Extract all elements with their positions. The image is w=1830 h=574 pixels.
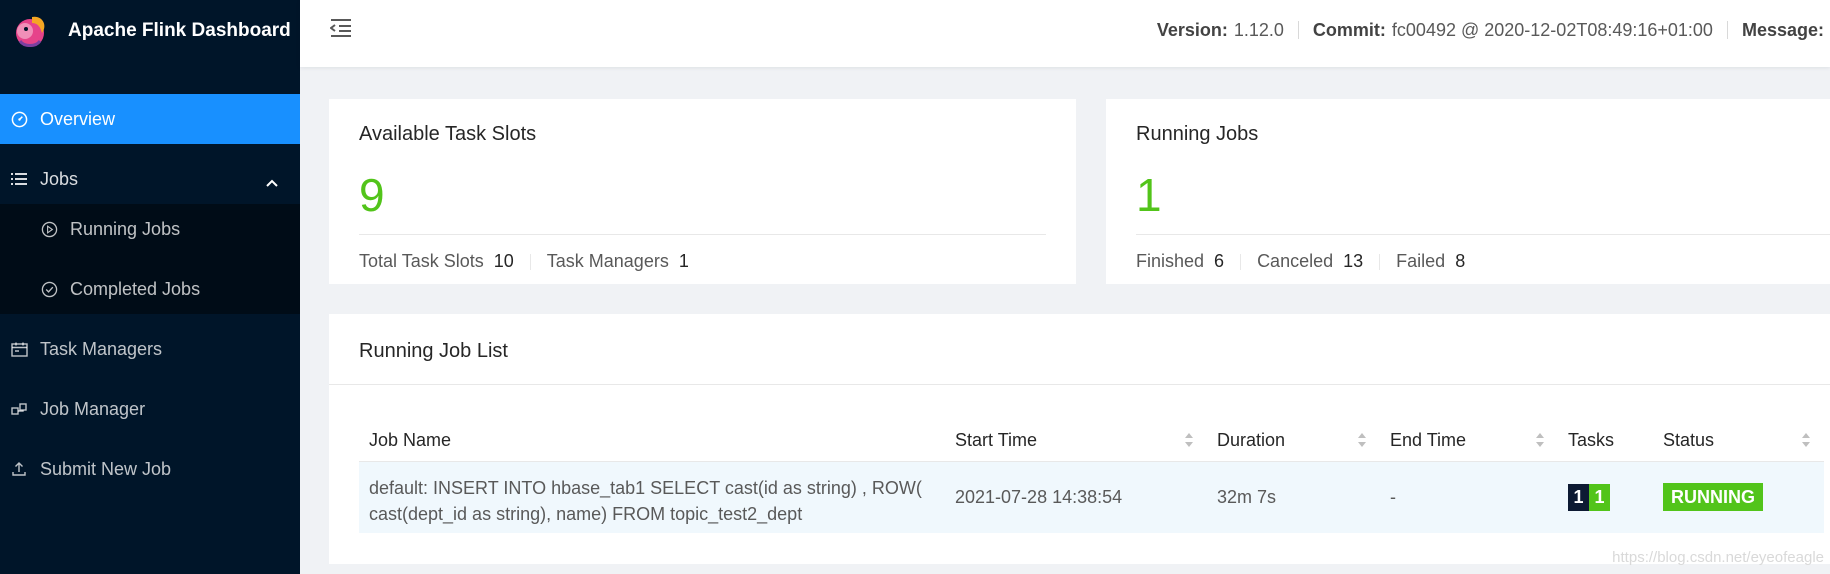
divider — [1379, 253, 1381, 270]
sidebar-item-task-managers[interactable]: Task Managers — [0, 324, 300, 374]
sidebar: Apache Flink Dashboard Overview Jobs Run… — [0, 0, 300, 574]
sidebar-item-completed-jobs[interactable]: Completed Jobs — [0, 264, 300, 314]
failed-value: 8 — [1455, 251, 1466, 271]
table-row[interactable]: default: INSERT INTO hbase_tab1 SELECT c… — [359, 461, 1824, 533]
available-slots-value: 9 — [359, 169, 385, 221]
job-name-line: cast(dept_id as string), name) FROM topi… — [369, 504, 803, 524]
column-job-name[interactable]: Job Name — [369, 419, 451, 461]
divider — [359, 234, 1046, 235]
card-title: Running Job List — [359, 340, 508, 362]
sidebar-menu: Overview Jobs Running Jobs Completed Job… — [0, 94, 300, 494]
task-slots-card: Available Task Slots 9 Total Task Slots … — [329, 99, 1076, 284]
check-circle-icon — [40, 280, 58, 298]
divider — [1726, 21, 1728, 39]
sidebar-item-label: Overview — [40, 108, 116, 129]
failed-label: Failed — [1396, 251, 1446, 271]
schedule-icon — [10, 340, 28, 358]
job-name-line: default: INSERT INTO hbase_tab1 SELECT c… — [369, 478, 922, 498]
sort-icon[interactable] — [1535, 432, 1545, 448]
end-time: - — [1390, 487, 1396, 507]
tasks-badge: 1 1 — [1568, 484, 1610, 511]
running-jobs-value: 1 — [1136, 169, 1162, 221]
app-title: Apache Flink Dashboard — [68, 20, 291, 41]
sidebar-item-label: Task Managers — [40, 338, 163, 359]
column-status[interactable]: Status — [1663, 419, 1714, 461]
column-start-time[interactable]: Start Time — [955, 419, 1037, 461]
sort-icon[interactable] — [1801, 432, 1811, 448]
upload-icon — [10, 460, 28, 478]
divider — [529, 253, 531, 270]
dashboard-icon — [10, 110, 28, 128]
list-icon — [10, 170, 28, 188]
version-label: Version: — [1156, 19, 1228, 40]
sidebar-item-label: Completed Jobs — [70, 278, 201, 299]
slots-footer: Total Task Slots 10 Task Managers 1 — [359, 251, 689, 272]
chevron-up-icon — [266, 171, 278, 192]
divider — [1297, 21, 1299, 39]
version-info: Version: 1.12.0 Commit: fc00492 @ 2020-1… — [1157, 0, 1830, 60]
column-duration[interactable]: Duration — [1217, 419, 1285, 461]
version-value: 1.12.0 — [1233, 19, 1284, 40]
canceled-label: Canceled — [1257, 251, 1334, 271]
sort-icon[interactable] — [1184, 432, 1194, 448]
card-title: Running Jobs — [1136, 123, 1259, 145]
sidebar-item-running-jobs[interactable]: Running Jobs — [0, 204, 300, 254]
top-header: Version: 1.12.0 Commit: fc00492 @ 2020-1… — [300, 0, 1830, 67]
card-title: Available Task Slots — [359, 123, 537, 145]
job-table-header: Job Name Start Time Duration End Time Ta… — [359, 419, 1830, 461]
task-managers-value: 1 — [678, 251, 689, 271]
tasks-running: 1 — [1589, 484, 1610, 511]
job-name[interactable]: default: INSERT INTO hbase_tab1 SELECT c… — [369, 475, 922, 527]
total-slots-value: 10 — [493, 251, 514, 271]
finished-value: 6 — [1214, 251, 1225, 271]
sidebar-item-label: Jobs — [40, 168, 79, 189]
divider — [1240, 253, 1242, 270]
total-slots-label: Total Task Slots — [359, 251, 484, 271]
message-label: Message: — [1741, 19, 1824, 40]
watermark: https://blog.csdn.net/eyeofeagle — [1612, 549, 1824, 566]
jobs-footer: Finished 6 Canceled 13 Failed 8 — [1136, 251, 1465, 272]
flink-squirrel-logo-icon — [16, 16, 45, 47]
column-end-time[interactable]: End Time — [1390, 419, 1466, 461]
sidebar-item-overview[interactable]: Overview — [0, 94, 300, 144]
jobs-submenu: Running Jobs Completed Jobs — [0, 204, 300, 314]
divider — [1136, 234, 1830, 235]
sort-icon[interactable] — [1357, 432, 1367, 448]
running-jobs-card: Running Jobs 1 Finished 6 Canceled 13 Fa… — [1106, 99, 1830, 284]
column-tasks[interactable]: Tasks — [1568, 419, 1614, 461]
logo[interactable]: Apache Flink Dashboard — [0, 0, 300, 62]
sidebar-item-label: Submit New Job — [40, 458, 172, 479]
menu-fold-icon[interactable] — [329, 18, 352, 43]
finished-label: Finished — [1136, 251, 1205, 271]
sidebar-item-job-manager[interactable]: Job Manager — [0, 384, 300, 434]
start-time: 2021-07-28 14:38:54 — [955, 487, 1123, 507]
sidebar-item-label: Running Jobs — [70, 218, 181, 239]
status-badge: RUNNING — [1663, 483, 1763, 511]
tasks-total: 1 — [1568, 484, 1589, 511]
task-managers-label: Task Managers — [546, 251, 669, 271]
sidebar-item-label: Job Manager — [40, 398, 146, 419]
sidebar-item-jobs[interactable]: Jobs — [0, 154, 300, 204]
duration: 32m 7s — [1217, 487, 1277, 507]
divider — [329, 384, 1830, 385]
sidebar-item-submit-new-job[interactable]: Submit New Job — [0, 444, 300, 494]
build-icon — [10, 400, 28, 418]
commit-value: fc00492 @ 2020-12-02T08:49:16+01:00 — [1391, 19, 1713, 40]
commit-label: Commit: — [1312, 19, 1386, 40]
canceled-value: 13 — [1343, 251, 1364, 271]
play-circle-icon — [40, 220, 58, 238]
